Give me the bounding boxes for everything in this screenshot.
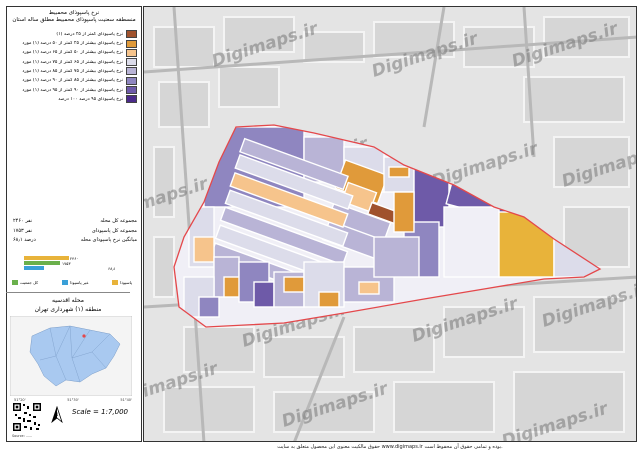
chart-key-item: کل جمعیت — [12, 280, 38, 285]
map-canvas: Digimaps.ir Digimaps.ir Digimaps.ir Digi… — [144, 7, 636, 441]
credit-text: Source: ...... — [12, 434, 33, 438]
chart-key: کل جمعیت غیر پاسپوذا پاسپوذا — [12, 280, 132, 285]
legend-swatches: نرخ پاسپوذای کمتر از ۲۵ درصد (۱) نرخ پاس… — [11, 30, 137, 104]
stat-label: مجموعه کل پاسپوذای — [91, 227, 137, 234]
map-frame: Digimaps.ir Digimaps.ir Digimaps.ir Digi… — [143, 6, 637, 442]
stat-label: مجموعه کل محله — [100, 218, 137, 224]
stat-label: میانگین نرخ پاسپوذای محله — [80, 237, 137, 243]
locator-inset-map — [10, 316, 132, 396]
swatch-box — [126, 76, 137, 85]
legend-subtitle: منسطقه سعنیت پاسپوذای محمبیط مطلق ساله ا… — [12, 17, 136, 23]
stats-block: ۲۴۶۰ نفر مجموعه کل محله ۱۷۵۳ نفر مجموعه کل… — [13, 217, 137, 246]
locator-marker — [82, 334, 86, 338]
stat-row: ۱۷۵۳ نفر مجموعه کل پاسپوذای — [13, 227, 137, 237]
inset-tick: 51°40' — [120, 398, 132, 402]
bar-label: ۱۷۵۳ — [62, 261, 71, 266]
legend-item-label: نرخ پاسپوذای بیشتر از ۷۵ کمتر از ۸۵ درصد… — [22, 68, 123, 74]
north-arrow-icon: N — [51, 406, 63, 424]
legend-item-label: نرخ پاسپوذای بیشتر از ۹۰ کمتر از ۹۵ درصد… — [22, 87, 123, 93]
svg-text:N: N — [55, 412, 58, 417]
key-label: پاسپوذا — [120, 280, 132, 285]
legend-item: نرخ پاسپوذای کمتر از ۲۵ درصد (۱) — [11, 30, 137, 39]
chart-key-item: غیر پاسپوذا — [61, 280, 89, 285]
legend-item: نرخ پاسپوذای بیشتر از ۲۵ کمتر از ۵۰ درصد… — [11, 39, 137, 48]
stat-row: ۲۴۶۰ نفر مجموعه کل محله — [13, 217, 137, 227]
legend-item: نرخ پاسپوذای بیشتر از ۷۵ کمتر از ۸۵ درصد… — [11, 67, 137, 76]
legend-item: نرخ پاسپوذای بیشتر از ۸۵ کمتر از ۹۰ درصد… — [11, 76, 137, 85]
bar-voters — [24, 261, 60, 265]
scale-text: Scale = 1:7,000 — [72, 408, 128, 416]
bar-label: ۶۸٫۱ — [108, 266, 116, 271]
district-name: منطقه (۱) شهرداری تهران — [34, 306, 102, 313]
divider — [6, 292, 130, 293]
neighborhood-name: محله اقدسیه — [52, 297, 84, 304]
bar-population — [24, 256, 69, 260]
region-title: محله اقدسیه منطقه (۱) شهرداری تهران — [6, 296, 130, 314]
swatch-box — [126, 95, 137, 104]
bar-rate — [24, 266, 44, 270]
legend-item-label: نرخ پاسپوذای بیشتر از ۵۰ کمتر از ۶۵ درصد… — [22, 50, 123, 56]
stat-value: ۶۸٫۱ درصد — [13, 237, 36, 243]
legend-item-label: نرخ پاسپوذای بیشتر از ۸۵ کمتر از ۹۰ درصد… — [22, 78, 123, 84]
stat-value: ۲۴۶۰ نفر — [13, 218, 33, 224]
chart-key-item: پاسپوذا — [112, 280, 132, 285]
footer-copyright: حقوق مالکیت معنوی این محصول متعلق به سای… — [277, 444, 503, 450]
swatch-box — [126, 67, 137, 76]
legend-item: نرخ پاسپوذای بیشتر از ۶۵ کمتر از ۷۵ درصد… — [11, 58, 137, 67]
stat-row: ۶۸٫۱ درصد میانگین نرخ پاسپوذای محله — [13, 236, 137, 246]
key-swatch — [112, 280, 119, 285]
swatch-box — [126, 39, 137, 48]
swatch-box — [126, 86, 137, 95]
key-swatch — [12, 280, 18, 285]
key-swatch — [61, 280, 68, 285]
key-label: غیر پاسپوذا — [69, 280, 89, 285]
legend-item-label: نرخ پاسپوذای ۹۵ درصد ۱۰۰ درصد — [58, 96, 123, 102]
key-label: کل جمعیت — [20, 280, 39, 285]
inset-tick: 51°30' — [67, 398, 79, 402]
swatch-box — [126, 48, 137, 57]
legend-item: نرخ پاسپوذای بیشتر از ۹۰ کمتر از ۹۵ درصد… — [11, 86, 137, 95]
legend-title: نرخ پاسپوذای محمبیط — [48, 10, 100, 16]
stat-value: ۱۷۵۳ نفر — [13, 227, 33, 234]
legend-item: نرخ پاسپوذای بیشتر از ۵۰ کمتر از ۶۵ درصد… — [11, 48, 137, 58]
bar-label: ۲۴۶۰ — [70, 256, 79, 261]
swatch-box — [126, 30, 137, 39]
legend-item-label: نرخ پاسپوذای کمتر از ۲۵ درصد (۱) — [56, 31, 123, 37]
qr-code — [12, 402, 42, 432]
legend-item-label: نرخ پاسپوذای بیشتر از ۶۵ کمتر از ۷۵ درصد… — [22, 59, 123, 65]
legend-item-label: نرخ پاسپوذای بیشتر از ۲۵ کمتر از ۵۰ درصد… — [22, 41, 123, 47]
legend-item: نرخ پاسپوذای ۹۵ درصد ۱۰۰ درصد — [11, 95, 137, 104]
swatch-box — [126, 58, 137, 67]
